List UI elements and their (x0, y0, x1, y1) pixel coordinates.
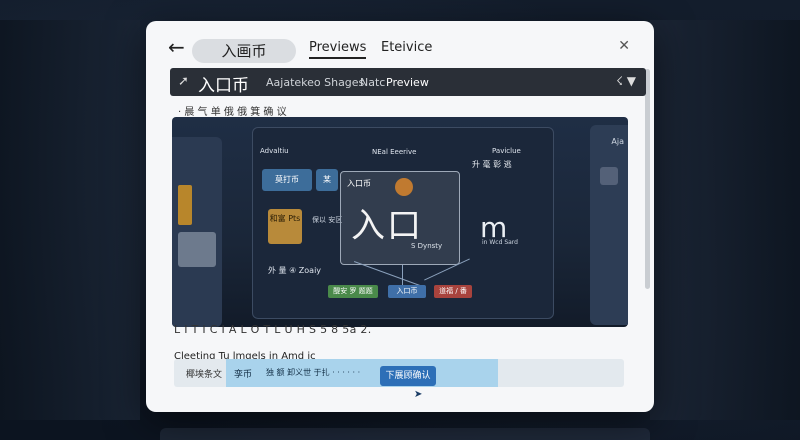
preview-box-2: 和富 Pts (268, 209, 302, 244)
background-panel-right (650, 20, 800, 420)
scrollbar[interactable] (645, 69, 650, 289)
preview-box-1b: 某 (316, 169, 338, 191)
tab-eteivice[interactable]: Eteivice (381, 40, 432, 55)
search-field[interactable]: 入画币 (192, 39, 296, 63)
confirm-button[interactable]: 下展顾确认 (380, 366, 436, 386)
pin-icon[interactable]: ➚ (178, 74, 189, 89)
action-bar-label: 椰埃条文 (186, 370, 223, 380)
shapes-menu[interactable]: Aajatekeo Shages (266, 76, 364, 89)
connector-line (402, 265, 403, 285)
preview-menu[interactable]: Preview (386, 76, 429, 89)
preview-label-right: Paviclue (492, 147, 521, 155)
cursor-icon: ➤ (414, 389, 423, 400)
preview-left-card (178, 185, 192, 225)
preview-box-1: 莫打币 (262, 169, 312, 191)
preview-right-device (590, 125, 628, 325)
preview-right-text: Aja (611, 137, 624, 146)
action-bar-text-1: 孪币 (234, 370, 253, 380)
toolbar: ➚ 入口币 Aajatekeo Shages Natc Preview ☇ ▼ (170, 68, 646, 96)
preview-lower-text: 外 量 ④ Zoaiy (268, 266, 322, 275)
dialog-header: ← 入画币 Previews Eteivice ✕ (146, 21, 654, 75)
subtitle: · 晨 气 单 俄 俄 箕 确 议 (178, 107, 287, 118)
preview-dialog: ← 入画币 Previews Eteivice ✕ ➚ 入口币 Aajateke… (146, 21, 654, 412)
caption-line-1: L I T I C I A L O T L U H S 5 8 5a 2. (174, 323, 372, 336)
swirl-logo-icon (395, 178, 413, 196)
action-bar: 椰埃条文 孪币 独 额 卸义世 于扎 · · · · · · 下展顾确认 ➤ (174, 359, 624, 400)
preview-center-card: 入口币 入口 S Dynsty (340, 171, 460, 265)
preview-center-small: 入口币 (347, 179, 371, 188)
close-icon[interactable]: ✕ (618, 38, 630, 54)
background-panel-left (0, 20, 140, 420)
translate-dropdown-icon[interactable]: ☇ ▼ (616, 74, 636, 88)
preview-button-red: 道福 / 番 (434, 285, 472, 298)
toolbar-title: 入口币 (198, 76, 249, 96)
background-bottom-bar (160, 428, 650, 440)
natc-menu[interactable]: Natc (360, 76, 385, 89)
preview-right-icon (600, 167, 618, 185)
preview-label-left: Advaltiu (260, 147, 289, 155)
action-bar-text-2: 独 额 卸义世 于扎 · · · · · · (266, 368, 361, 377)
preview-label-mid: NEal Eeerive (372, 148, 417, 156)
preview-mid-text: 保以 安区 (312, 216, 343, 224)
preview-left-card-2 (178, 232, 216, 267)
preview-button-blue: 入口币 (388, 285, 426, 298)
preview-right-small: in Wcd Sard (482, 239, 518, 246)
preview-center-big: 入口 (351, 206, 423, 246)
preview-button-green: 醍安 罗 题题 (328, 285, 378, 298)
back-arrow-icon[interactable]: ← (168, 37, 185, 57)
preview-center-sub: S Dynsty (411, 242, 443, 250)
preview-image: Aja Advaltiu NEal Eeerive Paviclue 莫打币 某… (172, 117, 628, 327)
tab-previews[interactable]: Previews (309, 40, 367, 59)
preview-right-card: 升 毫 彰 逃 (472, 160, 512, 169)
